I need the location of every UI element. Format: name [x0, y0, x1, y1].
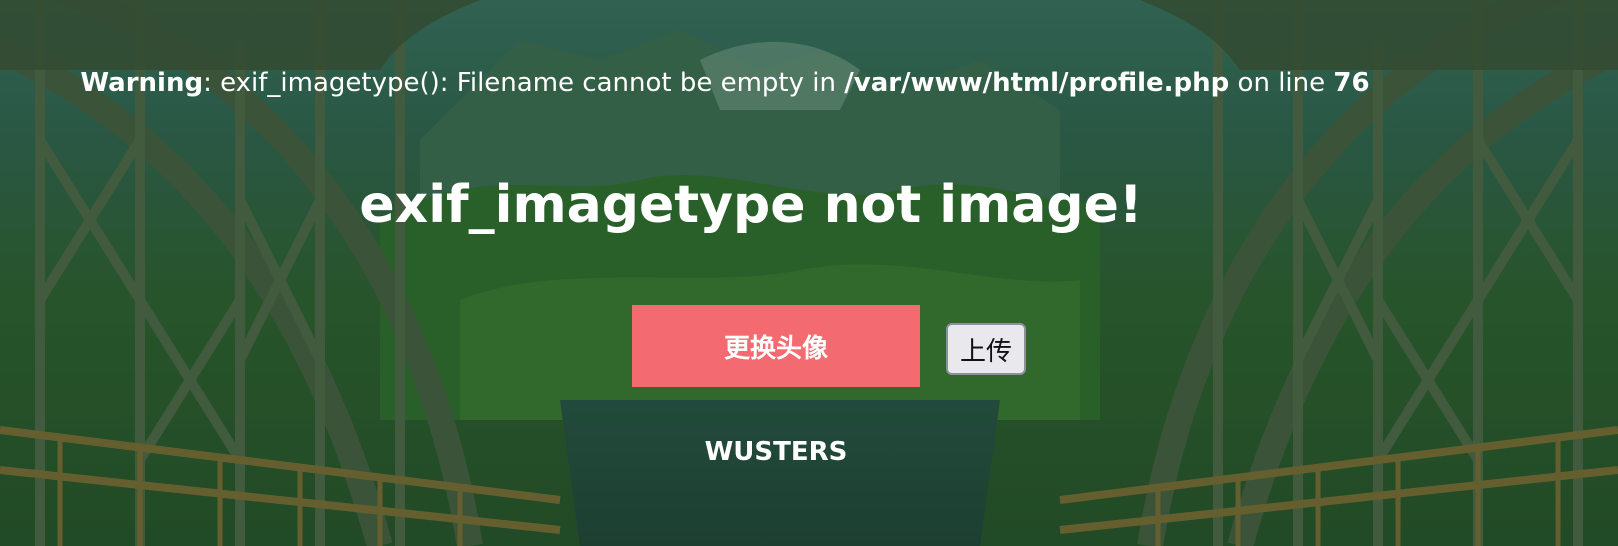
- php-warning: Warning: exif_imagetype(): Filename cann…: [0, 66, 1450, 100]
- warning-label: Warning: [80, 68, 204, 98]
- username-label: WUSTERS: [704, 437, 848, 467]
- change-avatar-button[interactable]: 更换头像: [632, 305, 920, 387]
- warning-text: : exif_imagetype(): Filename cannot be e…: [203, 68, 845, 98]
- upload-button[interactable]: 上传: [946, 323, 1026, 375]
- warning-file-path: /var/www/html/profile.php: [844, 68, 1230, 98]
- warning-line-number: 76: [1333, 68, 1370, 98]
- warning-line-text: on line: [1229, 68, 1334, 98]
- error-message: exif_imagetype not image!: [359, 175, 1143, 235]
